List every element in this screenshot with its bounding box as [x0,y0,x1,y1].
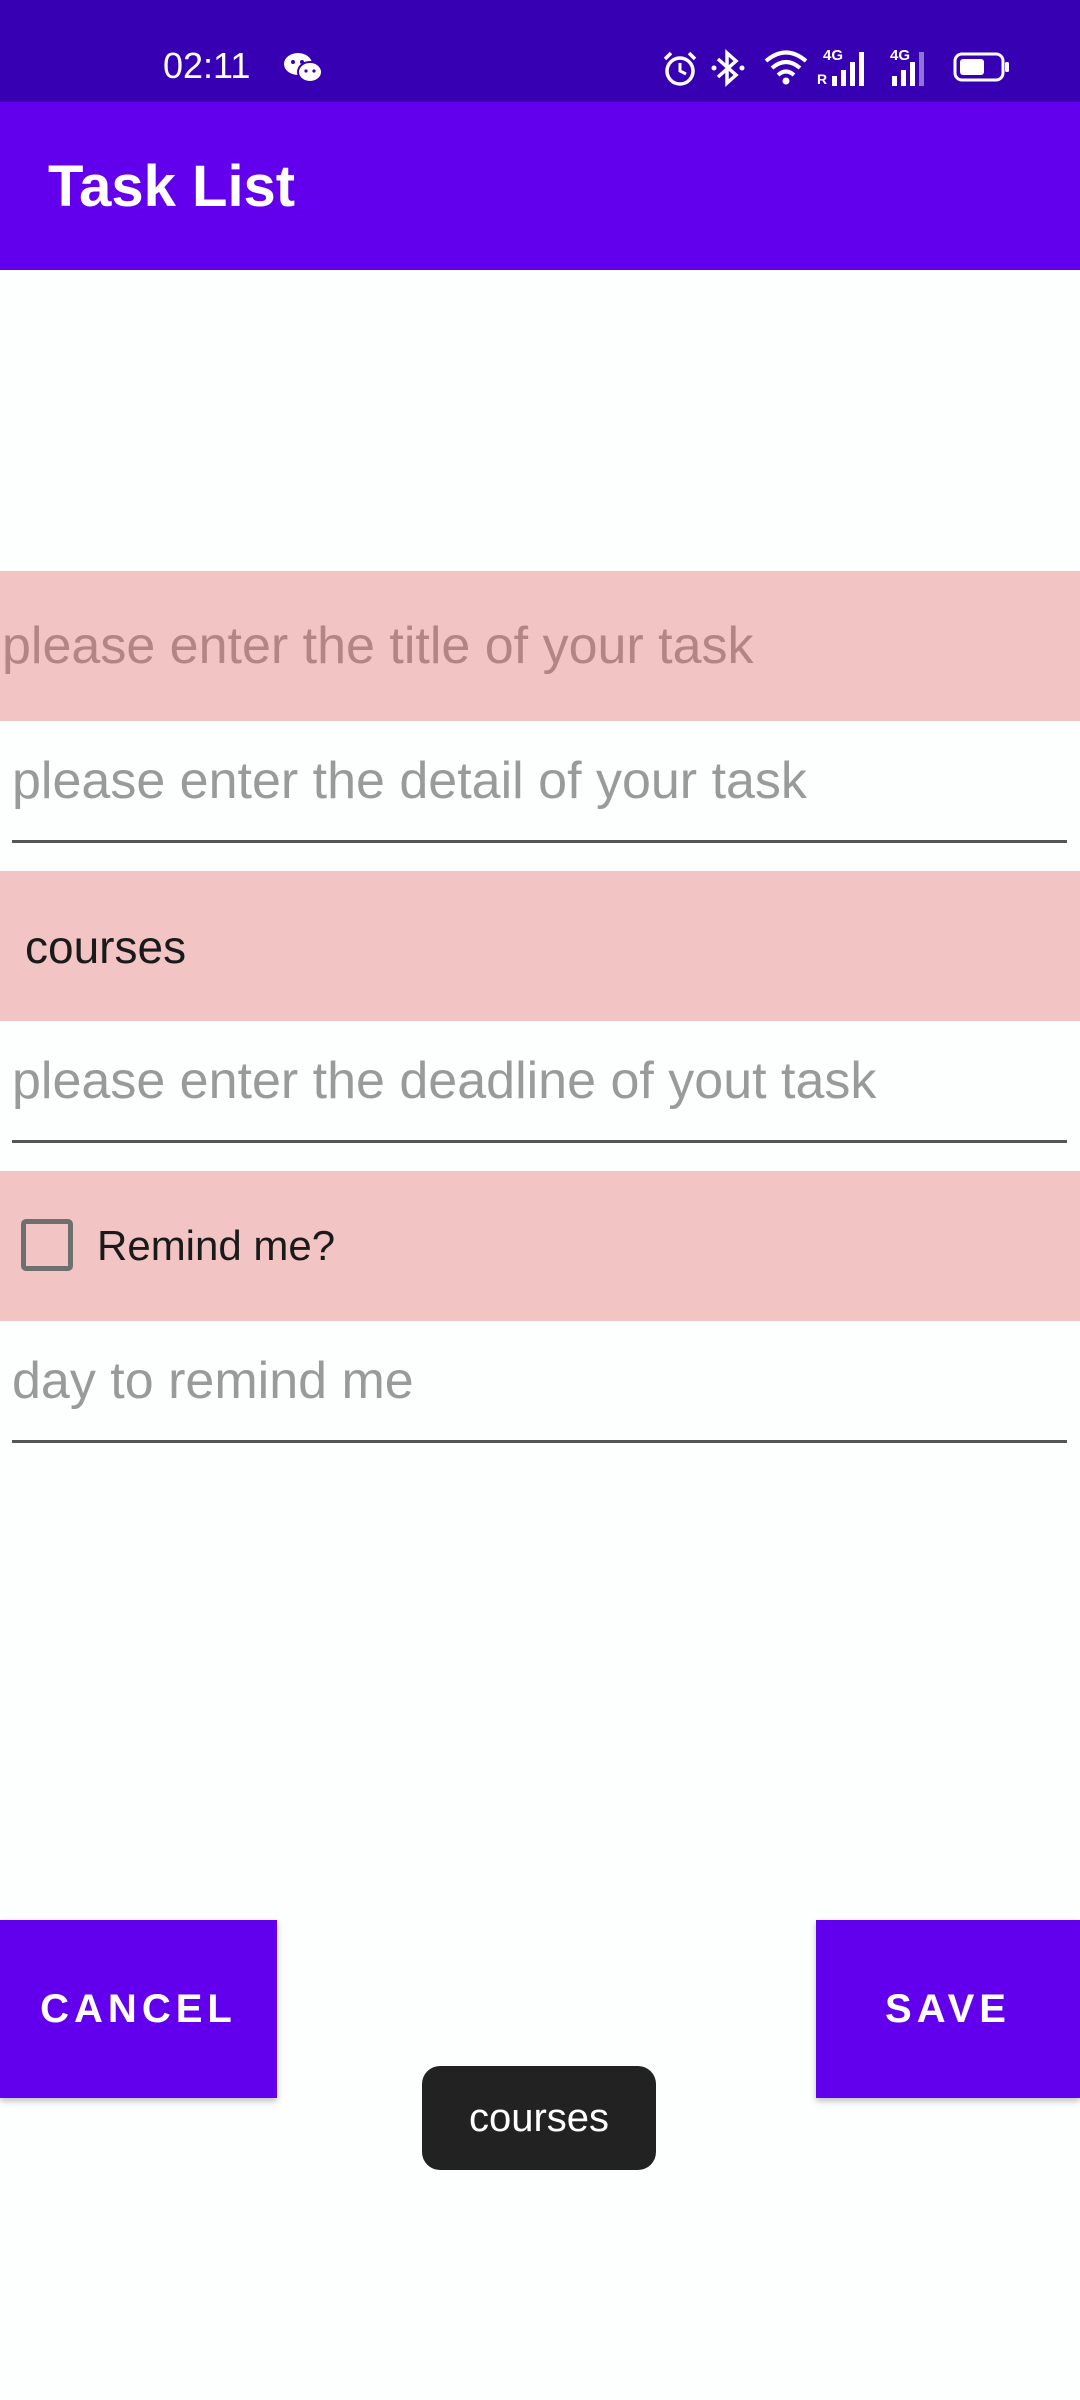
status-time: 02:11 [163,45,251,86]
toast-message: courses [422,2066,656,2170]
status-bar: 02:11 4G R 4G [0,0,1080,102]
network-label-roaming: R [817,71,827,87]
wifi-icon [764,50,808,85]
battery-icon [953,52,1009,82]
wechat-icon [284,53,323,83]
signal-4g-r-icon: 4G R [817,47,864,87]
remind-me-checkbox[interactable] [21,1219,73,1271]
task-detail-input[interactable] [12,721,1067,840]
app-bar: Task List [0,102,1080,270]
network-label-4g: 4G [823,47,843,64]
signal-4g-icon: 4G [890,47,924,86]
network-label-4g-2: 4G [890,47,910,64]
bluetooth-icon [711,49,745,87]
category-spinner[interactable]: courses [0,871,1080,1021]
app-title: Task List [48,154,296,219]
task-deadline-input[interactable] [12,1021,1067,1140]
task-deadline-field [12,1021,1067,1143]
remind-day-input[interactable] [12,1321,1067,1440]
remind-me-label: Remind me? [97,1222,336,1269]
alarm-icon [663,51,697,86]
task-title-input[interactable] [0,571,1080,721]
save-button[interactable]: SAVE [816,1920,1080,2098]
task-detail-field [12,721,1067,843]
remind-me-row[interactable]: Remind me? [0,1171,1080,1321]
cancel-button[interactable]: CANCEL [0,1920,277,2098]
remind-day-field [12,1321,1067,1443]
category-selected-value: courses [25,921,187,973]
